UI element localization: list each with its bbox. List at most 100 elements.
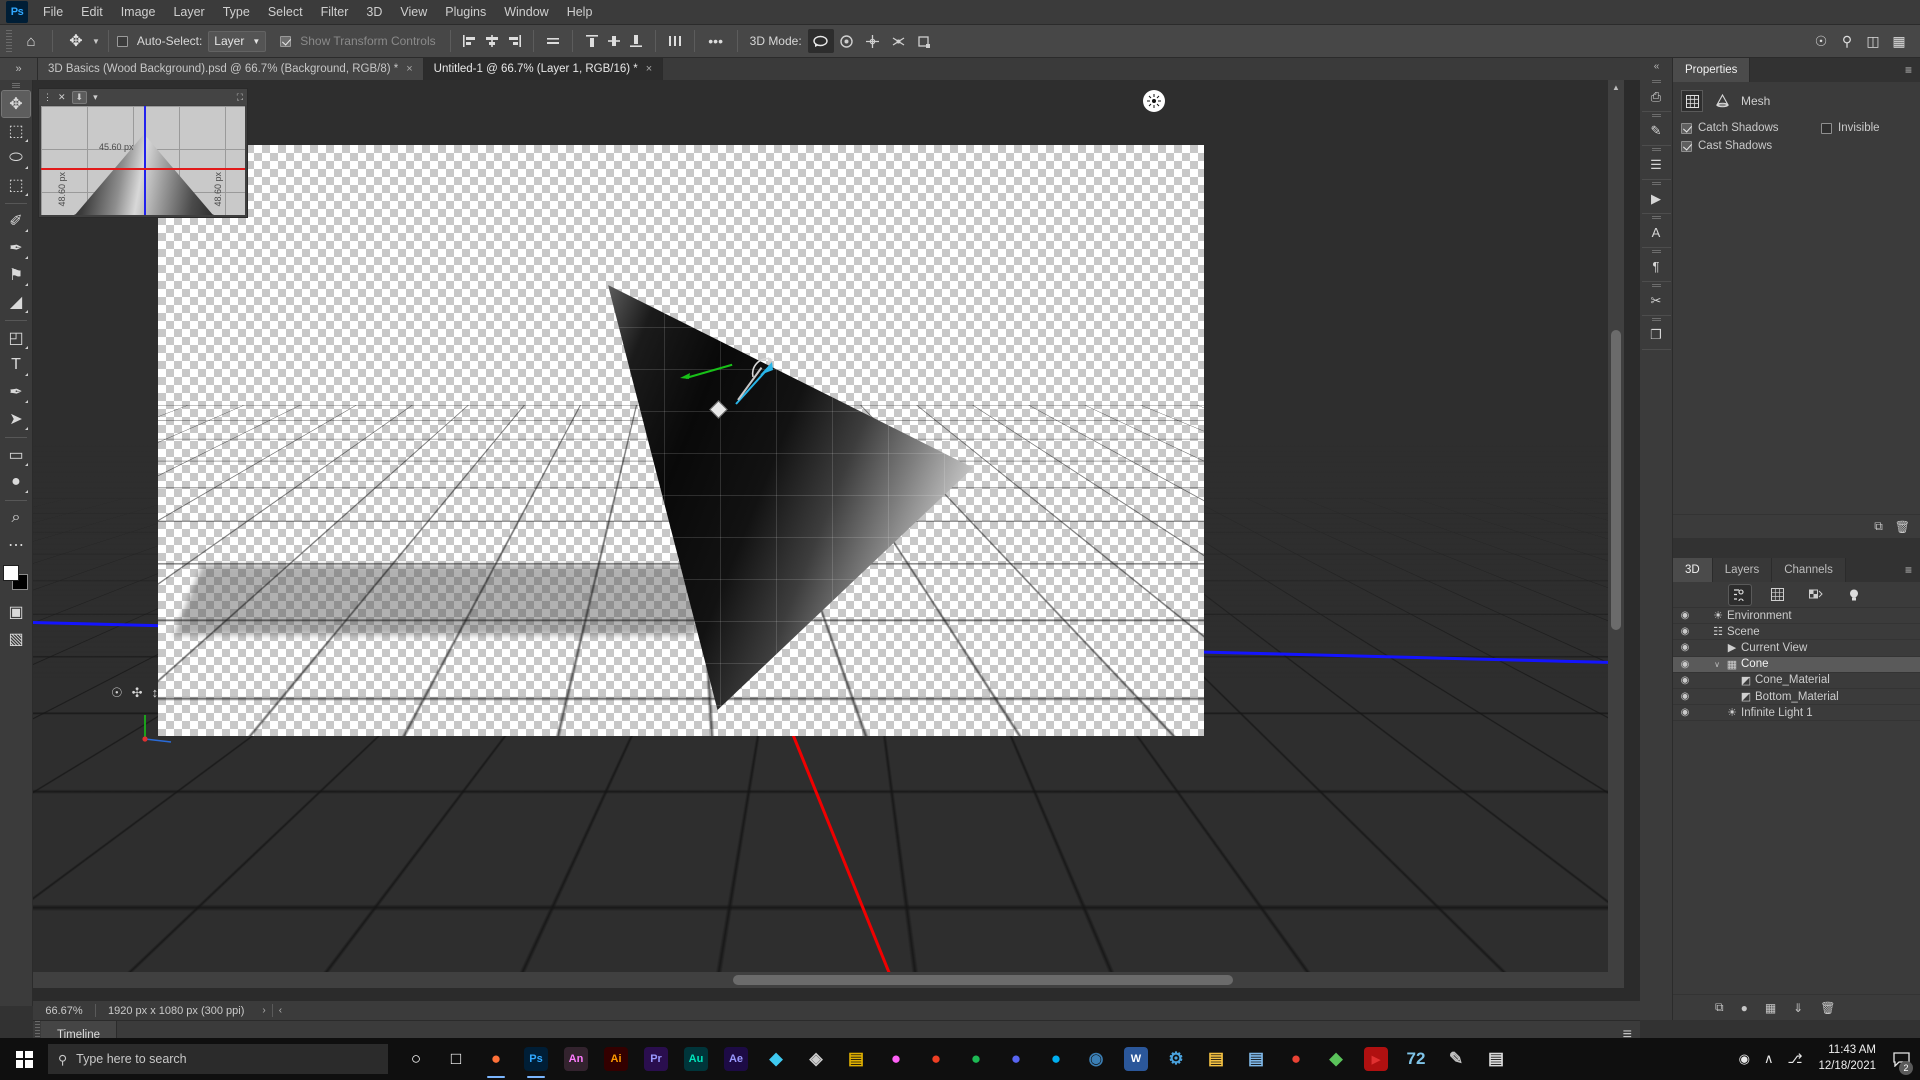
scroll-up-icon[interactable]: ▲ [1608, 80, 1624, 94]
eraser-tool[interactable]: ◢ [2, 289, 30, 315]
menu-image[interactable]: Image [112, 2, 165, 22]
delete-icon[interactable]: 🗑 [1895, 520, 1910, 534]
layer-comps-panel-icon[interactable]: ❐ [1641, 316, 1671, 350]
options-bar-grip[interactable] [6, 30, 12, 52]
menu-edit[interactable]: Edit [72, 2, 112, 22]
color-swatches[interactable] [3, 565, 29, 591]
notes-icon[interactable]: ▤ [1476, 1038, 1516, 1080]
chevron-down-icon[interactable]: ▼ [92, 37, 100, 46]
tab-layers[interactable]: Layers [1712, 558, 1773, 582]
distribute-vertical-centers-icon[interactable] [603, 30, 625, 52]
workspace-icon[interactable]: ◫ [1860, 29, 1886, 53]
ground-icon[interactable]: ⇓ [1793, 1001, 1803, 1015]
vertical-scroll-thumb[interactable] [1611, 330, 1621, 630]
rotation-arc-icon[interactable] [750, 355, 776, 381]
rotate-3d-icon[interactable] [807, 29, 834, 53]
align-left-edges-icon[interactable] [459, 30, 481, 52]
home-icon[interactable]: ⌂ [18, 29, 44, 53]
tree-row[interactable]: ◉ ☷ Scene [1673, 624, 1920, 641]
rectangular-marquee-tool[interactable]: ⬚ [2, 118, 30, 144]
notification-icon[interactable]: 2 [1886, 1038, 1916, 1080]
zoom-level[interactable]: 66.67% [33, 1005, 95, 1017]
character-panel-icon[interactable]: A [1641, 214, 1671, 248]
premiere-icon[interactable]: Pr [636, 1038, 676, 1080]
gradient-tool[interactable]: ◰ [2, 325, 30, 351]
preview-viewport[interactable]: 45.60 px 48.60 px 48.60 px [41, 106, 245, 215]
skype-icon[interactable]: ● [1036, 1038, 1076, 1080]
chevron-down-icon[interactable]: ▾ [93, 92, 98, 103]
tab-properties[interactable]: Properties [1673, 58, 1751, 82]
illustrator-icon[interactable]: Ai [596, 1038, 636, 1080]
adjustments-panel-icon[interactable]: ✎ [1641, 112, 1671, 146]
roll-3d-icon[interactable] [834, 29, 860, 53]
type-tool[interactable]: T [2, 352, 30, 378]
filter-scene-icon[interactable] [1727, 583, 1752, 606]
panel-menu-icon[interactable]: ≡ [1897, 558, 1920, 582]
tab-expander-button[interactable]: » [0, 58, 38, 80]
tab-channels[interactable]: Channels [1772, 558, 1846, 582]
discord-icon[interactable]: ● [996, 1038, 1036, 1080]
visibility-eye-icon[interactable]: ◉ [1673, 659, 1697, 670]
collapse-panels-button[interactable]: « [1640, 58, 1673, 74]
pan-3d-icon[interactable] [860, 29, 886, 53]
tree-row[interactable]: ◉ ☀ Infinite Light 1 [1673, 705, 1920, 722]
status-prev-arrow[interactable]: ‹ [273, 1005, 288, 1016]
lasso-tool[interactable]: ⬭ [2, 145, 30, 171]
close-icon[interactable]: × [406, 63, 412, 75]
add-light-icon[interactable]: ● [1741, 1001, 1748, 1015]
media-icon[interactable]: ▶ [1356, 1038, 1396, 1080]
screen-mode-tool[interactable]: ▧ [2, 626, 30, 652]
show-hidden-icons[interactable]: ∧ [1758, 1051, 1780, 1067]
more-options-button[interactable]: ••• [703, 29, 729, 53]
visibility-eye-icon[interactable]: ◉ [1673, 707, 1697, 718]
axis-center-handle[interactable] [709, 400, 728, 419]
actions-panel-icon[interactable]: ▶ [1641, 180, 1671, 214]
zoom-tool[interactable]: ⌕ [2, 505, 30, 531]
obs-icon[interactable]: ◉ [1076, 1038, 1116, 1080]
dodge-tool[interactable]: ● [2, 469, 30, 495]
panel-menu-icon[interactable]: ≡ [1897, 58, 1920, 82]
menu-type[interactable]: Type [214, 2, 259, 22]
animate-icon[interactable]: An [556, 1038, 596, 1080]
task-view-icon[interactable]: □ [436, 1038, 476, 1080]
document-tab-1[interactable]: Untitled-1 @ 66.7% (Layer 1, RGB/16) * × [423, 58, 664, 80]
show-transform-controls-checkbox[interactable]: Show Transform Controls [280, 34, 436, 48]
mesh-shape-icon[interactable] [1711, 90, 1733, 112]
filter-mesh-icon[interactable] [1767, 585, 1789, 605]
mesh-grid-icon[interactable] [1681, 90, 1703, 112]
rectangle-tool[interactable]: ▭ [2, 442, 30, 468]
filter-material-icon[interactable] [1805, 585, 1827, 605]
tree-row[interactable]: ◉ ∨ ▦ Cone [1673, 656, 1920, 673]
tree-row[interactable]: ◉ ◩ Cone_Material [1673, 673, 1920, 689]
canvas-horizontal-scrollbar[interactable] [33, 972, 1624, 988]
clone-stamp-tool[interactable]: ⚑ [2, 262, 30, 288]
status-next-arrow[interactable]: › [256, 1005, 271, 1016]
resize-icon[interactable]: ⛶ [237, 92, 243, 103]
align-horizontal-centers-icon[interactable] [481, 30, 503, 52]
properties-panel-icon[interactable]: ☰ [1641, 146, 1671, 180]
overlay-icon[interactable]: ◉ [1733, 1051, 1756, 1067]
scale-3d-icon[interactable] [912, 29, 938, 53]
bridge-icon[interactable]: ▤ [836, 1038, 876, 1080]
path-selection-tool[interactable]: ➤ [2, 406, 30, 432]
horizontal-scroll-thumb[interactable] [733, 975, 1233, 985]
lightroom-icon[interactable]: ◆ [756, 1038, 796, 1080]
align-top-edges-icon[interactable] [542, 30, 564, 52]
filter-light-icon[interactable] [1843, 585, 1865, 605]
canvas-vertical-scrollbar[interactable]: ▲ ▼ [1608, 80, 1624, 988]
distribute-bottom-icon[interactable] [625, 30, 647, 52]
dimension-icon[interactable]: ◈ [796, 1038, 836, 1080]
eyedropper-tool[interactable]: ✐ [2, 208, 30, 234]
photoshop-icon[interactable]: Ps [516, 1038, 556, 1080]
orbit-3d-icon[interactable]: ☉ [111, 685, 123, 701]
taskbar-search-input[interactable]: ⚲ Type here to search [48, 1044, 388, 1074]
folder-icon[interactable]: ▤ [1236, 1038, 1276, 1080]
y-axis-arrow-icon[interactable] [678, 369, 694, 385]
align-right-edges-icon[interactable] [503, 30, 525, 52]
firefox-icon[interactable]: ● [476, 1038, 516, 1080]
visibility-eye-icon[interactable]: ◉ [1673, 642, 1697, 653]
taskbar-clock[interactable]: 11:43 AM 12/18/2021 [1810, 1043, 1884, 1074]
slide-3d-icon[interactable] [886, 29, 912, 53]
3d-widget-buttons[interactable]: ☉ ✣ ↕ [111, 685, 181, 701]
distribute-spacing-icon[interactable] [664, 30, 686, 52]
